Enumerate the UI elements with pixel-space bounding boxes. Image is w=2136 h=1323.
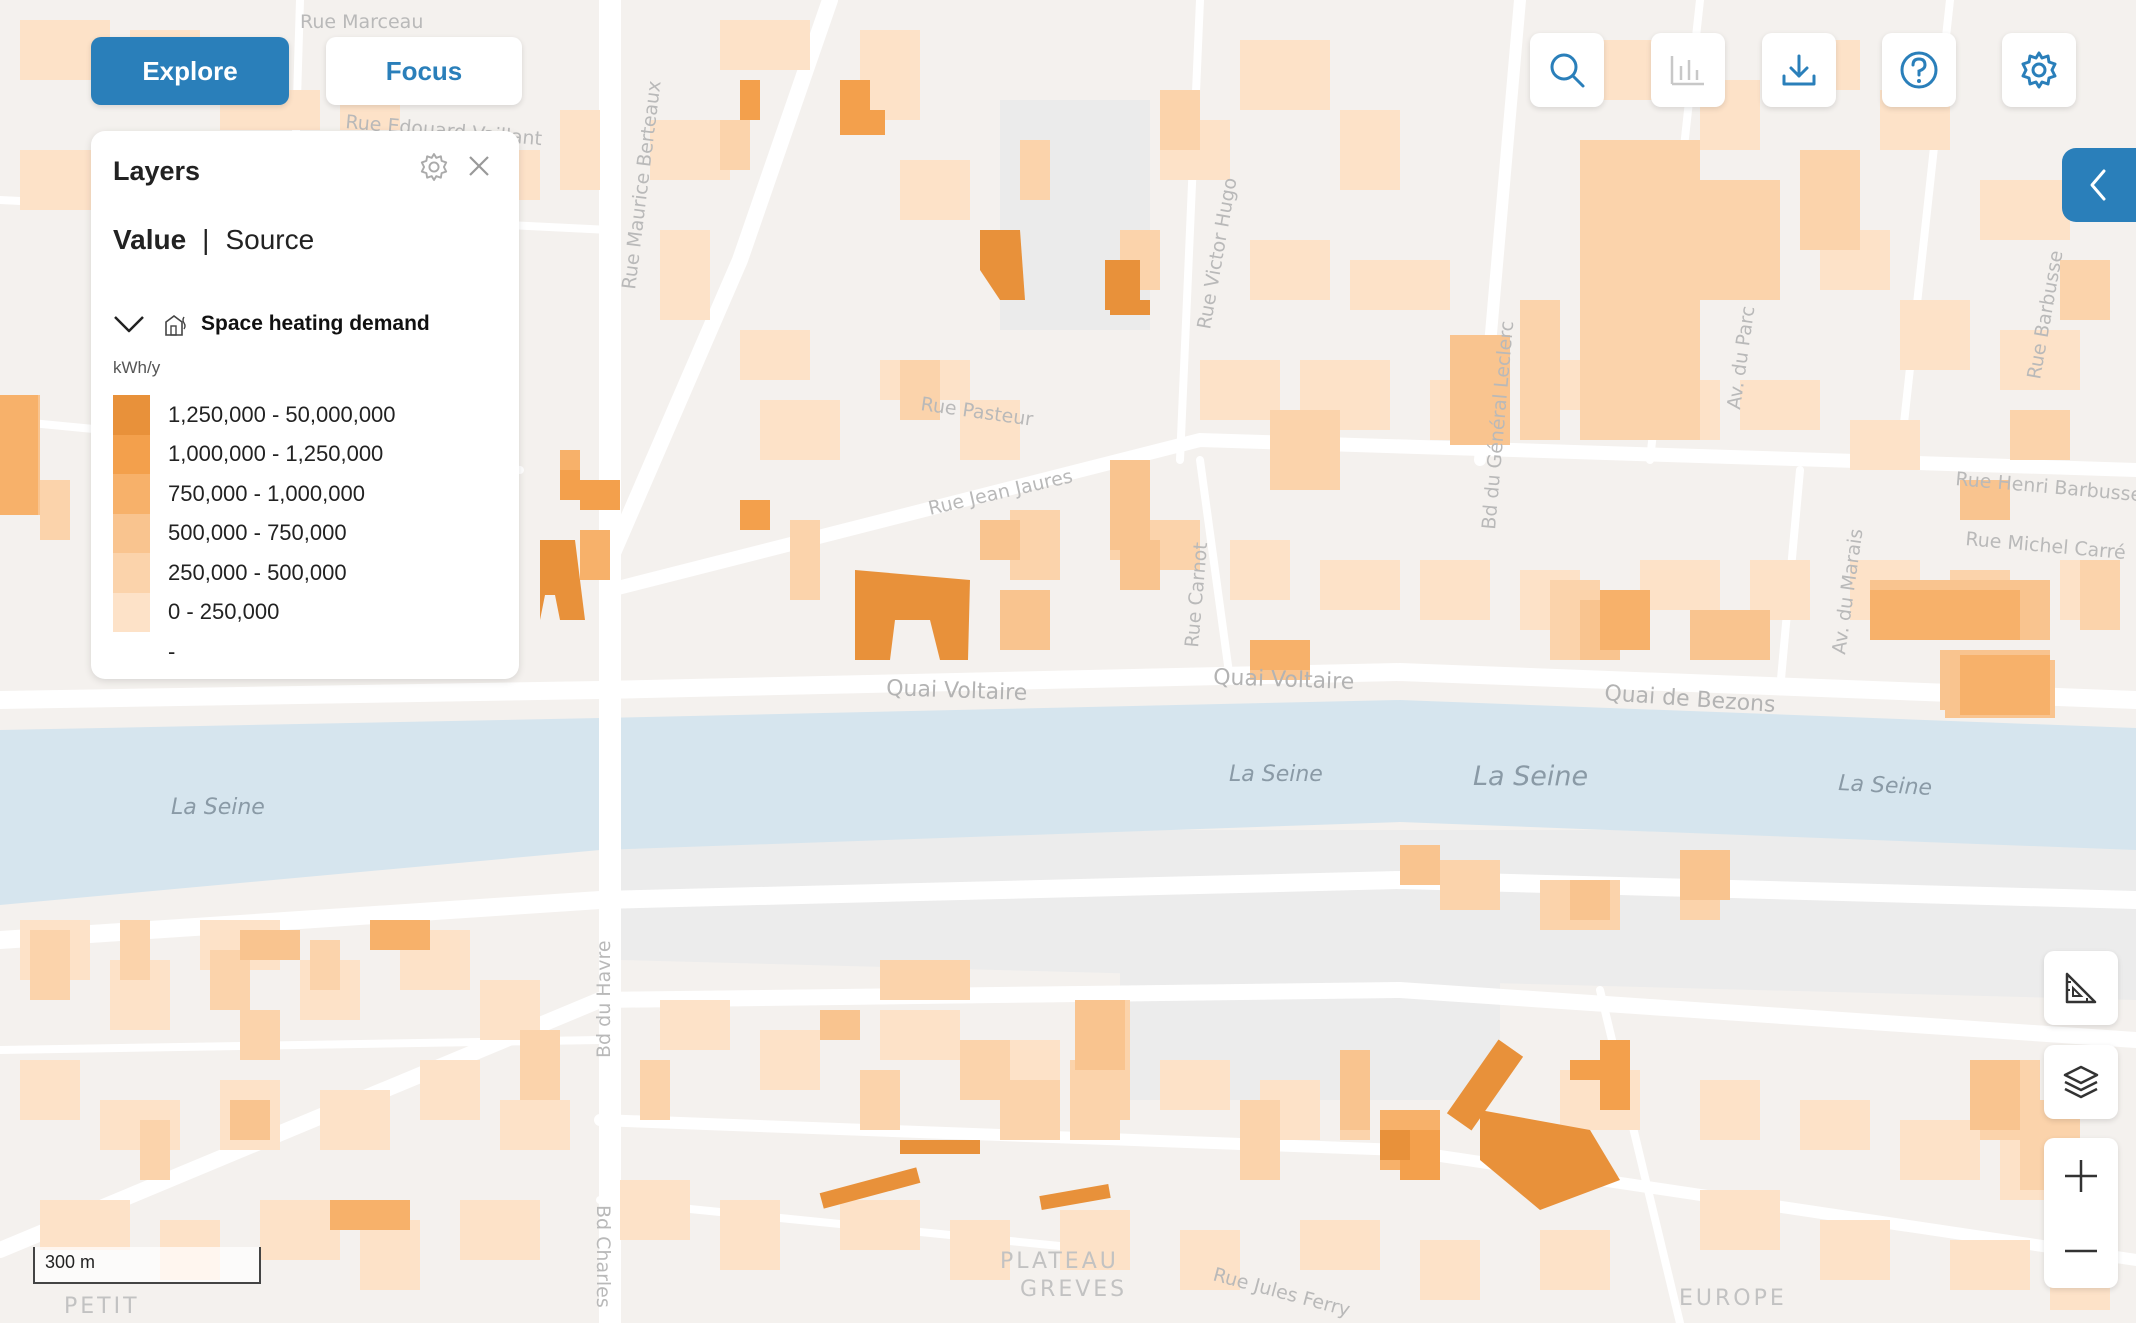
layers-button[interactable] — [2044, 1045, 2118, 1119]
layers-panel: Layers Value | Source Space heating dema… — [91, 131, 519, 679]
label-la-seine-3: La Seine — [1473, 761, 1588, 792]
legend-row: 250,000 - 500,000 — [113, 553, 396, 593]
close-panel-button[interactable] — [467, 154, 491, 183]
chart-icon — [1670, 56, 1704, 86]
legend-label: 1,250,000 - 50,000,000 — [168, 401, 396, 427]
legend-row: - — [113, 632, 396, 672]
legend-label: 500,000 - 750,000 — [168, 520, 347, 546]
plus-icon — [2065, 1159, 2097, 1192]
minus-icon — [2065, 1249, 2097, 1252]
mode-separator: | — [202, 224, 210, 255]
legend-swatch — [113, 395, 150, 435]
legend-row: 750,000 - 1,000,000 — [113, 474, 396, 514]
label-quai-voltaire-1: Quai Voltaire — [886, 676, 1028, 706]
zoom-in-button[interactable] — [2044, 1138, 2118, 1213]
legend-swatch — [113, 513, 150, 553]
legend-label: 0 - 250,000 — [168, 599, 280, 625]
close-icon — [469, 156, 489, 176]
legend-row: 1,250,000 - 50,000,000 — [113, 395, 396, 435]
legend-label: 750,000 - 1,000,000 — [168, 480, 365, 506]
chevron-down-icon[interactable] — [113, 314, 145, 334]
legend-unit: kWh/y — [113, 358, 161, 377]
label-la-seine-4: La Seine — [1838, 771, 1933, 801]
legend-row: 500,000 - 750,000 — [113, 513, 396, 553]
label-europe: EUROPE — [1679, 1286, 1787, 1311]
legend-label: - — [168, 638, 176, 664]
legend-row: 0 - 250,000 — [113, 592, 396, 632]
label-bd-charles: Bd Charles — [592, 1205, 614, 1308]
legend-swatch — [113, 632, 150, 672]
building-heat-icon — [165, 315, 186, 336]
legend-label: 250,000 - 500,000 — [168, 559, 347, 585]
download-icon — [1782, 54, 1816, 86]
scale-bar: 300 m — [33, 1247, 261, 1284]
layers-panel-title: Layers — [113, 156, 201, 186]
layer-settings-button[interactable] — [418, 151, 450, 188]
label-petit: PETIT — [64, 1294, 140, 1319]
mode-switch: Value | Source — [113, 224, 314, 256]
measure-button[interactable] — [2044, 951, 2118, 1025]
scale-label: 300 m — [45, 1252, 96, 1272]
zoom-control — [2044, 1138, 2118, 1288]
layer-header[interactable]: Space heating demand — [113, 311, 430, 337]
tab-explore[interactable]: Explore — [91, 37, 289, 105]
legend-row: 1,000,000 - 1,250,000 — [113, 434, 396, 474]
label-greves: GREVES — [1020, 1277, 1127, 1302]
legend-swatch — [113, 434, 150, 474]
zoom-out-button[interactable] — [2044, 1213, 2118, 1288]
label-plateau: PLATEAU — [1000, 1249, 1119, 1274]
tab-focus[interactable]: Focus — [326, 37, 522, 105]
collapse-sidebar-button[interactable] — [2062, 148, 2136, 222]
settings-button[interactable] — [2002, 33, 2076, 107]
chevron-left-icon — [2090, 169, 2106, 201]
help-icon — [1900, 51, 1938, 89]
search-icon — [1550, 53, 1585, 88]
settings-icon — [2021, 51, 2057, 89]
label-la-seine-2: La Seine — [1229, 762, 1323, 787]
mode-source-tab[interactable]: Source — [225, 224, 314, 256]
gear-icon — [420, 153, 448, 181]
layers-icon — [2063, 1065, 2099, 1099]
layer-name: Space heating demand — [201, 312, 430, 335]
legend-swatch — [113, 592, 150, 632]
label-rue-marceau: Rue Marceau — [300, 11, 423, 33]
search-button[interactable] — [1530, 33, 1604, 107]
label-la-seine-1: La Seine — [171, 795, 265, 820]
ruler-triangle-icon — [2065, 972, 2097, 1004]
mode-value-tab[interactable]: Value — [113, 224, 186, 256]
label-quai-voltaire-2: Quai Voltaire — [1213, 665, 1355, 695]
chart-button[interactable] — [1651, 33, 1725, 107]
legend-label: 1,000,000 - 1,250,000 — [168, 441, 384, 467]
download-button[interactable] — [1762, 33, 1836, 107]
legend-swatch — [113, 474, 150, 514]
legend: 1,250,000 - 50,000,000 1,000,000 - 1,250,… — [113, 395, 396, 672]
legend-swatch — [113, 553, 150, 593]
label-bd-du-havre: Bd du Havre — [593, 940, 615, 1058]
help-button[interactable] — [1882, 33, 1956, 107]
